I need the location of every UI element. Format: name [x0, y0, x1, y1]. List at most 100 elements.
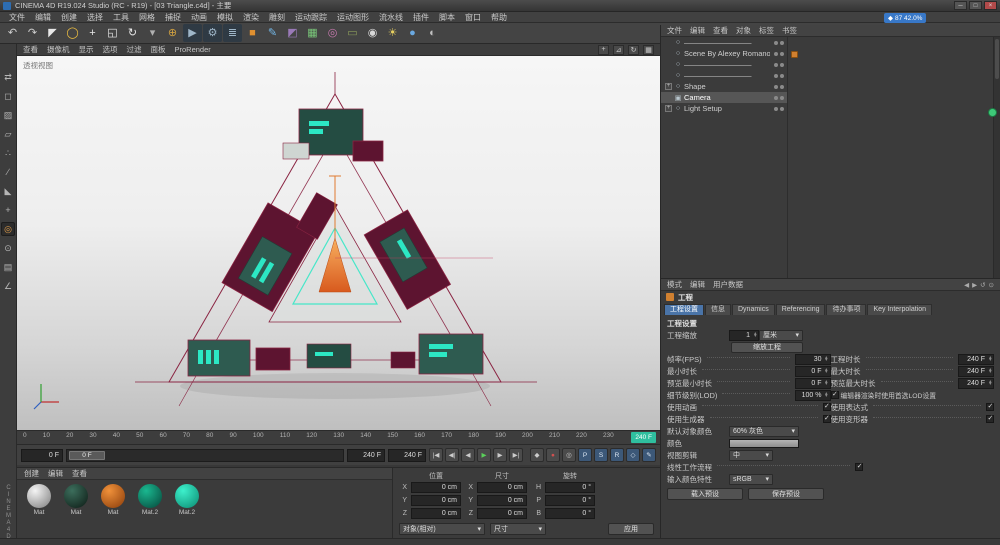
object-manager-menu-item[interactable]: 文件: [667, 25, 682, 36]
material-sphere[interactable]: [175, 484, 199, 508]
position-field[interactable]: 0 cm: [411, 482, 461, 493]
visibility-dot[interactable]: [774, 41, 778, 45]
viewport-nav-icon[interactable]: +: [598, 45, 609, 55]
toolbar-icon[interactable]: +: [83, 24, 102, 42]
transport-button[interactable]: |◀: [429, 448, 443, 462]
material-sphere[interactable]: [138, 484, 162, 508]
expand-toggle[interactable]: [665, 50, 672, 57]
viewport-nav-icon[interactable]: ▦: [643, 45, 654, 55]
visibility-dot[interactable]: [774, 52, 778, 56]
minimize-button[interactable]: ─: [954, 1, 967, 10]
rail-icon[interactable]: ▱: [1, 127, 15, 141]
material-sphere[interactable]: [27, 484, 51, 508]
material-sphere[interactable]: [101, 484, 125, 508]
attr-nav-icon[interactable]: ▶: [972, 281, 977, 289]
menu-item[interactable]: 流水线: [374, 12, 408, 23]
toolbar-icon[interactable]: ◐: [423, 24, 442, 42]
rail-icon[interactable]: ∴: [1, 146, 15, 160]
keying-button[interactable]: ◇: [626, 448, 640, 462]
toolbar-icon[interactable]: ◯: [63, 24, 82, 42]
attribute-menu-item[interactable]: 用户数据: [713, 279, 743, 290]
material-item[interactable]: Mat: [98, 484, 128, 516]
value-field[interactable]: 30: [795, 354, 831, 365]
rail-icon[interactable]: ∠: [1, 279, 15, 293]
keying-button[interactable]: P: [578, 448, 592, 462]
toolbar-icon[interactable]: ⚙: [203, 24, 222, 42]
view-clipping-select[interactable]: 中▾: [729, 450, 773, 461]
render-visibility-dot[interactable]: [780, 74, 784, 78]
attr-nav-icon[interactable]: ⊙: [989, 281, 994, 289]
toolbar-icon[interactable]: ◱: [103, 24, 122, 42]
value-field[interactable]: 240 F: [958, 354, 994, 365]
checkbox[interactable]: [823, 415, 831, 423]
viewport-menu-item[interactable]: 选项: [103, 44, 118, 55]
rail-icon[interactable]: ⇄: [1, 70, 15, 84]
expand-toggle[interactable]: +: [665, 83, 672, 90]
toolbar-icon[interactable]: ☀: [383, 24, 402, 42]
attribute-menu-item[interactable]: 编辑: [690, 279, 705, 290]
expand-toggle[interactable]: [665, 39, 672, 46]
object-manager-menu-item[interactable]: 编辑: [690, 25, 705, 36]
toolbar-icon[interactable]: ≣: [223, 24, 242, 42]
toolbar-icon[interactable]: ▦: [303, 24, 322, 42]
object-name[interactable]: Shape: [684, 82, 706, 91]
menu-item[interactable]: 创建: [56, 12, 82, 23]
toolbar-icon[interactable]: ↷: [23, 24, 42, 42]
viewport-menu-item[interactable]: 摄像机: [47, 44, 70, 55]
menu-item[interactable]: 网格: [134, 12, 160, 23]
toolbar-icon[interactable]: ↶: [3, 24, 22, 42]
material-item[interactable]: Mat.2: [172, 484, 202, 516]
apply-button[interactable]: 应用: [608, 523, 654, 535]
menu-item[interactable]: 模拟: [212, 12, 238, 23]
end-frame-field[interactable]: 240 F: [347, 449, 385, 462]
linear-workflow-checkbox[interactable]: [855, 463, 863, 471]
keying-button[interactable]: R: [610, 448, 624, 462]
material-menu-item[interactable]: 查看: [72, 468, 87, 479]
rail-icon[interactable]: ▨: [1, 108, 15, 122]
rotation-field[interactable]: 0 °: [545, 508, 595, 519]
object-row[interactable]: ○ —————————: [661, 37, 787, 48]
timeline-ruler[interactable]: 0102030405060708090100110120130140150160…: [17, 430, 660, 444]
toolbar-icon[interactable]: ◎: [323, 24, 342, 42]
visibility-dot[interactable]: [774, 107, 778, 111]
toolbar-icon[interactable]: ▾: [143, 24, 162, 42]
transport-button[interactable]: ◀: [461, 448, 475, 462]
viewport-menu-item[interactable]: 面板: [151, 44, 166, 55]
object-row[interactable]: ▣ Camera: [661, 92, 787, 103]
value-field[interactable]: 0 F: [795, 366, 831, 377]
rail-icon[interactable]: ▤: [1, 260, 15, 274]
attribute-tab[interactable]: Key Interpolation: [867, 304, 932, 315]
object-row[interactable]: + ○ Light Setup: [661, 103, 787, 114]
render-visibility-dot[interactable]: [780, 52, 784, 56]
keying-button[interactable]: ●: [546, 448, 560, 462]
checkbox[interactable]: [823, 403, 831, 411]
scale-project-button[interactable]: 缩放工程: [731, 342, 803, 353]
toolbar-icon[interactable]: ✎: [263, 24, 282, 42]
viewport-canvas[interactable]: 透视视图: [17, 56, 660, 430]
render-visibility-dot[interactable]: [780, 63, 784, 67]
toolbar-icon[interactable]: ▶: [183, 24, 202, 42]
transport-button[interactable]: ▶|: [509, 448, 523, 462]
menu-item[interactable]: 捕捉: [160, 12, 186, 23]
size-field[interactable]: 0 cm: [477, 495, 527, 506]
render-visibility-dot[interactable]: [780, 41, 784, 45]
rail-icon[interactable]: ◎: [1, 222, 15, 236]
position-field[interactable]: 0 cm: [411, 495, 461, 506]
material-sphere[interactable]: [64, 484, 88, 508]
material-menu-item[interactable]: 创建: [24, 468, 39, 479]
object-manager-menu-item[interactable]: 对象: [736, 25, 751, 36]
visibility-dot[interactable]: [774, 74, 778, 78]
default-color-select[interactable]: 60% 灰色▾: [729, 426, 799, 437]
checkbox[interactable]: [986, 403, 994, 411]
attr-nav-icon[interactable]: ◀: [964, 281, 969, 289]
load-preset-button[interactable]: 载入预设: [667, 488, 743, 500]
transport-button[interactable]: ▶: [477, 448, 491, 462]
lod-field[interactable]: 100 %: [795, 390, 831, 401]
keying-button[interactable]: ◆: [530, 448, 544, 462]
expand-toggle[interactable]: +: [665, 105, 672, 112]
visibility-dot[interactable]: [774, 85, 778, 89]
rail-icon[interactable]: ∕: [1, 165, 15, 179]
attribute-menu-item[interactable]: 模式: [667, 279, 682, 290]
input-profile-select[interactable]: sRGB▾: [729, 474, 773, 485]
toolbar-icon[interactable]: ■: [243, 24, 262, 42]
